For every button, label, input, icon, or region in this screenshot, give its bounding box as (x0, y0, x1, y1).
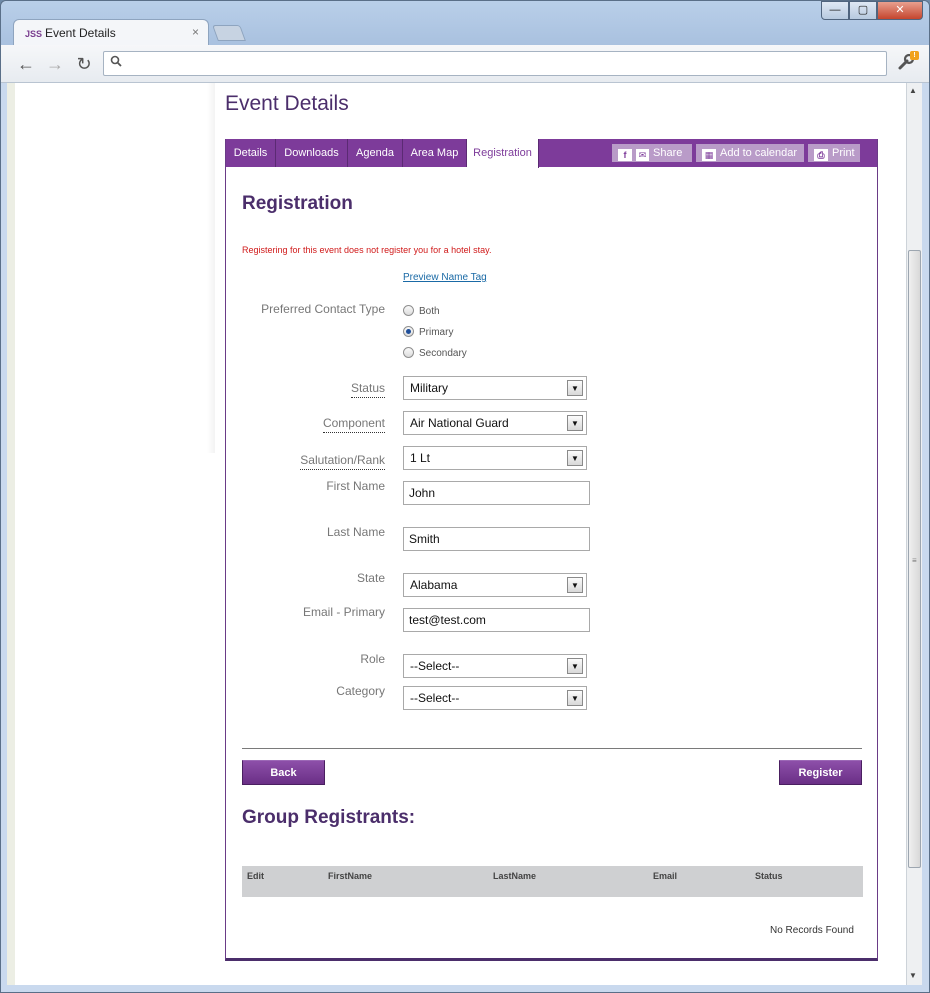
role-select[interactable]: --Select-- ▼ (403, 654, 587, 678)
tab-strip: JSS Event Details × — ▢ ✕ (1, 1, 929, 46)
scroll-up-arrow-icon[interactable]: ▲ (909, 86, 917, 95)
register-button[interactable]: Register (779, 760, 862, 785)
forward-arrow-icon[interactable]: → (44, 53, 66, 75)
preview-name-tag-link[interactable]: Preview Name Tag (403, 272, 487, 283)
chevron-down-icon: ▼ (567, 658, 583, 674)
hotel-notice: Registering for this event does not regi… (242, 245, 492, 255)
browser-toolbar: ← → ↻ ! (1, 45, 929, 83)
tab-area-map[interactable]: Area Map (403, 139, 467, 167)
search-icon (110, 55, 122, 70)
left-column-shadow (207, 83, 215, 453)
state-label: State (356, 571, 385, 585)
column-lastname[interactable]: LastName (493, 871, 536, 881)
rank-select[interactable]: 1 Lt ▼ (403, 446, 587, 470)
contact-option-both[interactable]: Both (403, 305, 440, 317)
scrollbar-thumb[interactable]: ≡ (908, 250, 921, 868)
address-input[interactable] (130, 55, 870, 73)
component-value: Air National Guard (410, 416, 509, 430)
add-to-calendar-label: Add to calendar (720, 147, 798, 159)
last-name-field[interactable]: Smith (403, 527, 590, 551)
tab-close-icon[interactable]: × (192, 25, 199, 39)
no-records-message: No Records Found (770, 925, 854, 936)
first-name-label: First Name (326, 479, 385, 493)
chevron-down-icon: ▼ (567, 450, 583, 466)
grip-icon: ≡ (912, 556, 917, 565)
radio-secondary-label: Secondary (419, 348, 467, 359)
tab-downloads[interactable]: Downloads (276, 139, 348, 167)
last-name-label: Last Name (326, 525, 385, 539)
page-viewport: Event Details Details Downloads Agenda A… (7, 83, 906, 985)
radio-primary-label: Primary (419, 327, 454, 338)
scroll-down-arrow-icon[interactable]: ▼ (909, 971, 917, 980)
contact-option-secondary[interactable]: Secondary (403, 347, 467, 359)
column-status[interactable]: Status (755, 871, 783, 881)
status-select[interactable]: Military ▼ (403, 376, 587, 400)
page-title: Event Details (225, 92, 349, 115)
calendar-icon: ▦ (702, 149, 716, 161)
component-label: Component (322, 416, 385, 433)
preferred-contact-label: Preferred Contact Type (261, 302, 385, 316)
registration-heading: Registration (242, 193, 353, 214)
radio-primary[interactable] (403, 326, 414, 337)
role-value: --Select-- (410, 659, 460, 673)
vertical-scrollbar[interactable]: ▲ ≡ ▼ (906, 83, 922, 985)
category-select[interactable]: --Select-- ▼ (403, 686, 587, 710)
category-value: --Select-- (410, 691, 460, 705)
column-firstname[interactable]: FirstName (328, 871, 372, 881)
chevron-down-icon: ▼ (567, 690, 583, 706)
chevron-down-icon: ▼ (567, 577, 583, 593)
minimize-button[interactable]: — (821, 1, 849, 20)
print-label: Print (832, 147, 855, 159)
contact-option-primary[interactable]: Primary (403, 326, 453, 338)
chevron-down-icon: ▼ (567, 415, 583, 431)
update-badge: ! (910, 51, 919, 60)
print-button[interactable]: ⎙ Print (808, 144, 860, 162)
address-bar[interactable] (103, 51, 887, 76)
radio-both[interactable] (403, 305, 414, 316)
tab-agenda[interactable]: Agenda (348, 139, 403, 167)
browser-tab[interactable]: JSS Event Details × (13, 19, 209, 46)
component-select[interactable]: Air National Guard ▼ (403, 411, 587, 435)
state-value: Alabama (410, 578, 458, 592)
rank-value: 1 Lt (410, 451, 431, 465)
first-name-field[interactable]: John (403, 481, 590, 505)
group-registrants-heading: Group Registrants: (242, 807, 416, 828)
left-margin (7, 83, 15, 985)
wrench-menu-icon[interactable]: ! (897, 51, 921, 75)
add-to-calendar-button[interactable]: ▦ Add to calendar (696, 144, 804, 162)
email-field[interactable]: test@test.com (403, 608, 590, 632)
salutation-rank-label: Salutation/Rank (300, 453, 385, 470)
state-select[interactable]: Alabama ▼ (403, 573, 587, 597)
chevron-down-icon: ▼ (567, 380, 583, 396)
radio-both-label: Both (419, 306, 440, 317)
event-panel: Details Downloads Agenda Area Map Regist… (225, 139, 878, 961)
status-label: Status (350, 381, 385, 398)
category-label: Category (336, 684, 385, 698)
close-window-button[interactable]: ✕ (877, 1, 923, 20)
column-email[interactable]: Email (653, 871, 677, 881)
share-button[interactable]: f ✉ Share (612, 144, 692, 162)
new-tab-button[interactable] (212, 25, 246, 41)
tab-registration[interactable]: Registration (467, 139, 539, 168)
registrants-table-header: Edit FirstName LastName Email Status (242, 866, 863, 897)
facebook-icon: f (618, 149, 632, 161)
event-tab-bar: Details Downloads Agenda Area Map Regist… (226, 139, 877, 168)
site-favicon-icon: JSS (25, 29, 43, 39)
role-label: Role (360, 652, 385, 666)
back-arrow-icon[interactable]: ← (15, 53, 37, 75)
share-label: Share (653, 147, 683, 159)
form-divider (242, 748, 862, 749)
radio-secondary[interactable] (403, 347, 414, 358)
column-edit[interactable]: Edit (247, 871, 264, 881)
mail-icon: ✉ (636, 149, 649, 161)
window-controls: — ▢ ✕ (821, 1, 923, 21)
back-button[interactable]: Back (242, 760, 325, 785)
reload-icon[interactable]: ↻ (73, 53, 95, 75)
maximize-button[interactable]: ▢ (849, 1, 877, 20)
status-value: Military (410, 381, 448, 395)
email-primary-label: Email - Primary (302, 605, 385, 619)
tab-details[interactable]: Details (226, 139, 276, 167)
printer-icon: ⎙ (814, 149, 828, 161)
browser-tab-title: Event Details (45, 26, 116, 40)
